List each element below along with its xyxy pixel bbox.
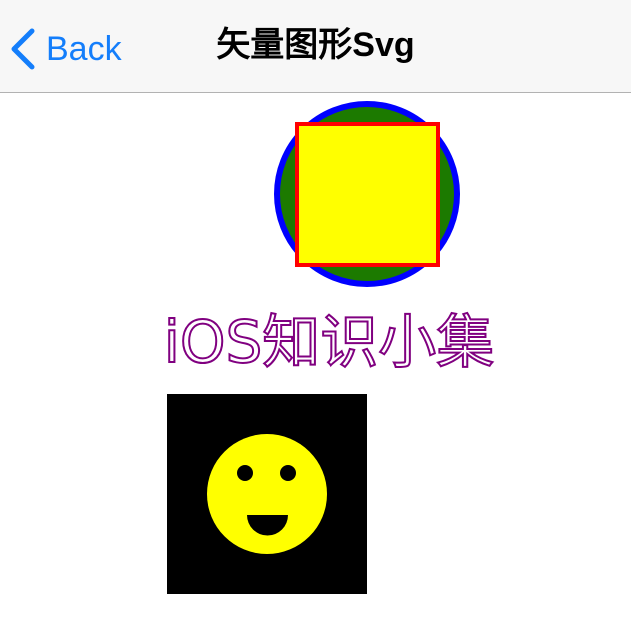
demo-square xyxy=(295,122,440,267)
outline-text: iOS知识小集 xyxy=(164,308,495,376)
svg-demo-canvas: iOS知识小集 xyxy=(163,101,495,594)
svg-demo-content: iOS知识小集 xyxy=(0,93,631,632)
smiley-face xyxy=(207,434,327,554)
page-title: 矢量图形Svg xyxy=(216,26,415,64)
navigation-bar: Back 矢量图形Svg xyxy=(0,0,631,93)
smiley-right-eye xyxy=(280,465,296,481)
smiley-left-eye xyxy=(237,465,253,481)
